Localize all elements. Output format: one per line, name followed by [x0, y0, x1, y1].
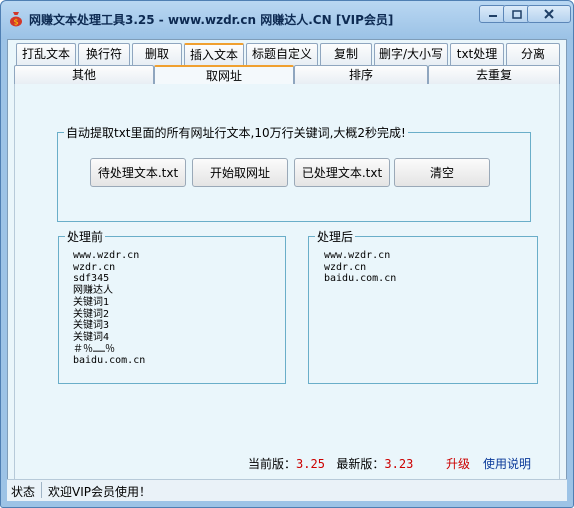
- minimize-button[interactable]: [479, 5, 506, 23]
- tab-copy[interactable]: 复制: [320, 43, 372, 65]
- tab-sort[interactable]: 排序: [294, 65, 428, 84]
- svg-text:$: $: [13, 18, 18, 27]
- status-label: 状态: [11, 485, 36, 499]
- title-bar[interactable]: $ 网赚文本处理工具3.25 - www.wzdr.cn 网赚达人.CN [VI…: [1, 1, 573, 39]
- tab-shuffle-text[interactable]: 打乱文本: [16, 43, 76, 65]
- list-item: ＃％……％: [73, 343, 116, 355]
- action-group-legend: 自动提取txt里面的所有网址行文本,10万行关键词,大概2秒完成!: [66, 126, 406, 140]
- version-info: 当前版：3.25 最新版：3.23: [248, 455, 413, 472]
- open-source-file-button[interactable]: 待处理文本.txt: [90, 158, 186, 187]
- before-group-legend: 处理前: [67, 230, 104, 244]
- tab-separate[interactable]: 分离: [506, 43, 560, 65]
- tab-extract-url[interactable]: 取网址: [154, 65, 294, 84]
- after-text-list: www.wzdr.cn wzdr.cn baidu.com.cn: [324, 250, 396, 285]
- list-item: 关键词3: [73, 320, 110, 332]
- status-bar: 状态 欢迎VIP会员使用！: [7, 479, 567, 501]
- tab-insert-text[interactable]: 插入文本: [184, 43, 244, 65]
- tab-delete-take[interactable]: 删取: [132, 43, 182, 65]
- list-item: wzdr.cn: [73, 261, 116, 273]
- after-group-legend: 处理后: [317, 230, 354, 244]
- tab-dedupe[interactable]: 去重复: [428, 65, 560, 84]
- start-extract-button[interactable]: 开始取网址: [192, 158, 288, 187]
- tab-custom-title[interactable]: 标题自定义: [246, 43, 318, 65]
- upgrade-link[interactable]: 升级: [446, 455, 470, 472]
- close-icon: [544, 9, 554, 19]
- maximize-button[interactable]: [503, 5, 530, 23]
- tab-delete-case[interactable]: 删字/大小写: [374, 43, 448, 65]
- client-area: 打乱文本 换行符 删取 插入文本 标题自定义 复制 删字/大小写 txt处理 分…: [7, 39, 567, 501]
- list-item: 关键词4: [73, 331, 110, 343]
- status-message: 欢迎VIP会员使用！: [48, 485, 151, 499]
- tab-line-break[interactable]: 换行符: [78, 43, 130, 65]
- open-result-file-button[interactable]: 已处理文本.txt: [294, 158, 390, 187]
- list-item: 关键词2: [73, 308, 110, 320]
- tab-txt-process[interactable]: txt处理: [450, 43, 504, 65]
- maximize-icon: [511, 9, 522, 19]
- help-link[interactable]: 使用说明: [483, 455, 531, 472]
- list-item: sdf345: [73, 273, 110, 285]
- minimize-icon: [488, 15, 497, 17]
- list-item: 网赚达人: [73, 285, 113, 297]
- list-item: www.wzdr.cn: [324, 250, 391, 261]
- before-text-list: www.wzdr.cn wzdr.cn sdf345 网赚达人 关键词1 关键词…: [73, 250, 145, 367]
- clear-button[interactable]: 清空: [394, 158, 490, 187]
- close-button[interactable]: [527, 5, 571, 23]
- tab-other[interactable]: 其他: [14, 65, 154, 84]
- list-item: 关键词1: [73, 296, 110, 308]
- current-version-label: 当前版：: [248, 457, 297, 471]
- tab-panel: 自动提取txt里面的所有网址行文本,10万行关键词,大概2秒完成! 待处理文本.…: [14, 84, 560, 486]
- app-window: $ 网赚文本处理工具3.25 - www.wzdr.cn 网赚达人.CN [VI…: [0, 0, 574, 508]
- list-item: wzdr.cn: [324, 261, 367, 273]
- status-divider: [41, 482, 42, 498]
- window-title: 网赚文本处理工具3.25 - www.wzdr.cn 网赚达人.CN [VIP会…: [29, 13, 394, 27]
- list-item: www.wzdr.cn: [73, 250, 140, 261]
- list-item: baidu.com.cn: [324, 273, 397, 285]
- latest-version-value: 3.23: [384, 457, 414, 471]
- money-bag-icon: $: [10, 12, 22, 27]
- latest-version-label: 最新版：: [336, 457, 385, 471]
- list-item: baidu.com.cn: [73, 355, 146, 367]
- current-version-value: 3.25: [296, 457, 325, 471]
